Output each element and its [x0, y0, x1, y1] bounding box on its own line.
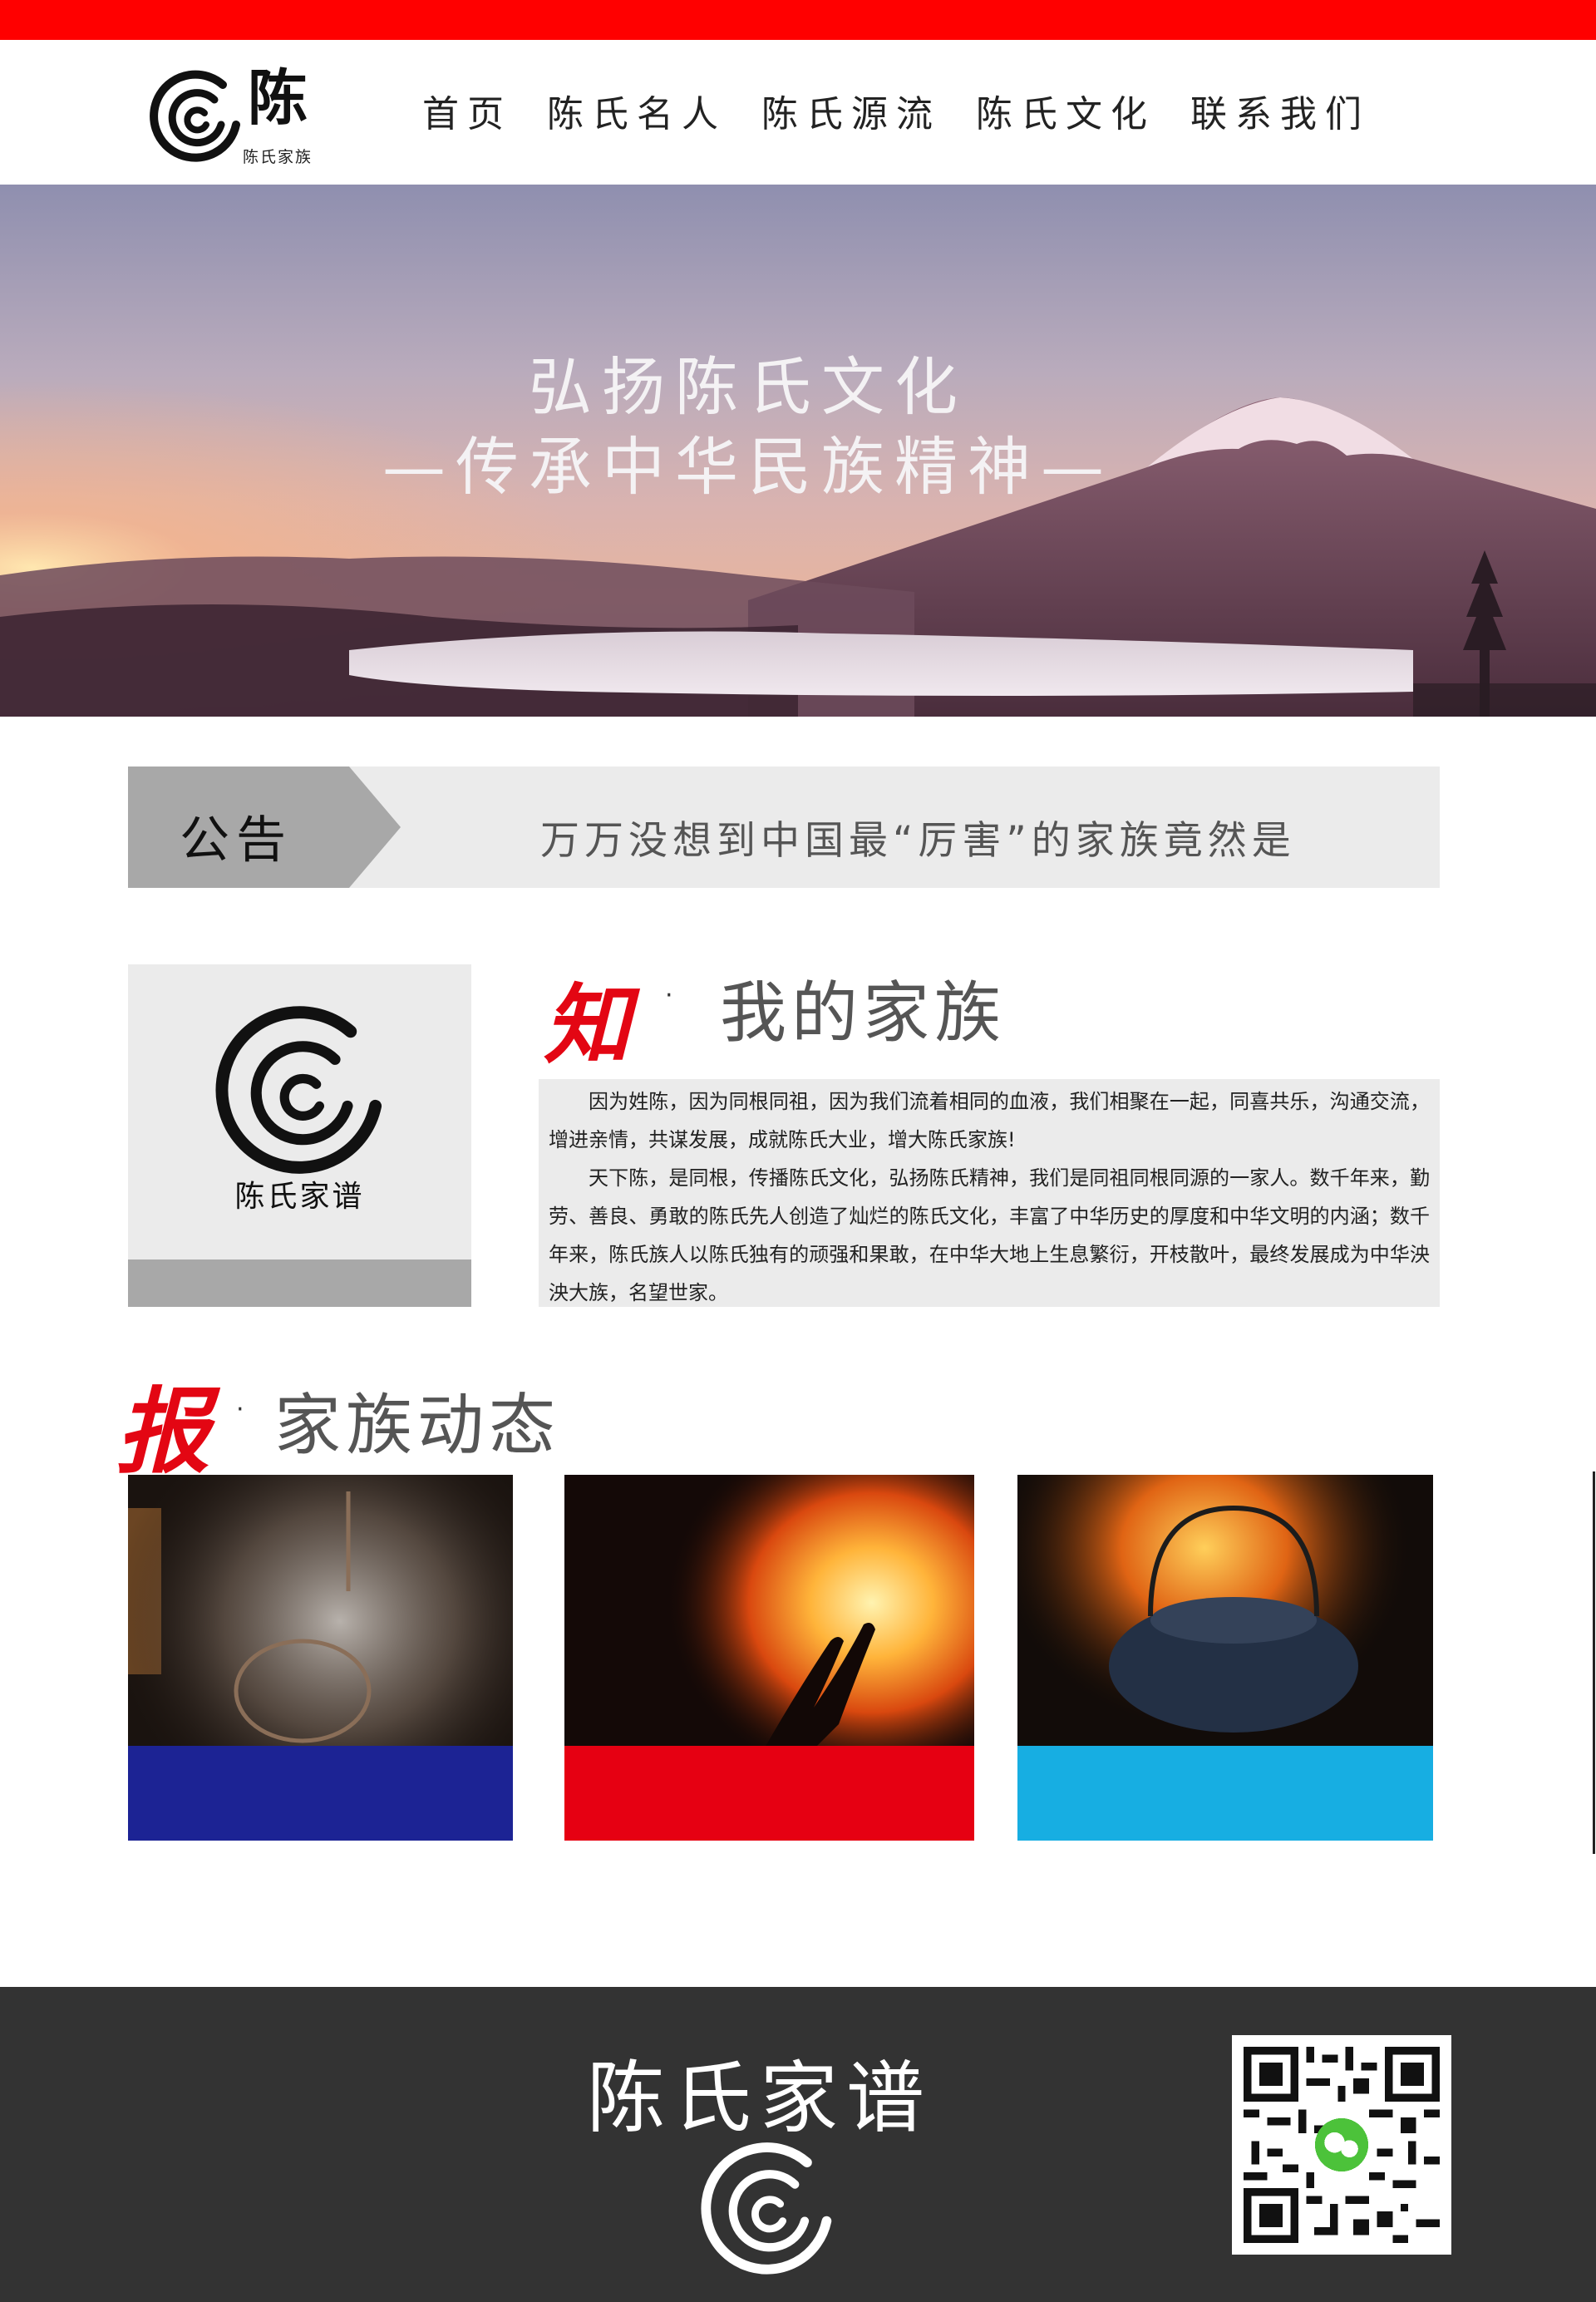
news-section-heading: 报 · 家族动态 — [116, 1347, 698, 1486]
heading-dot: · — [665, 981, 673, 1010]
announcement-text[interactable]: 万万没想到中国最“厉害”的家族竟然是 — [540, 808, 1296, 865]
nav-item-contact[interactable]: 联系我们 — [1190, 91, 1370, 138]
calligraphy-character: 报 — [116, 1378, 209, 1486]
news-section-title: 家族动态 — [274, 1387, 560, 1464]
news-card-color-strip — [564, 1746, 974, 1841]
footer-title: 陈氏家谱 — [587, 2053, 933, 2144]
news-card-color-strip — [128, 1746, 513, 1841]
nav-item-culture[interactable]: 陈氏文化 — [976, 91, 1155, 138]
nav-item-celebrities[interactable]: 陈氏名人 — [547, 91, 727, 138]
wechat-qr-code[interactable] — [1232, 2035, 1451, 2255]
page-edge-divider — [1593, 1471, 1595, 1854]
main-nav: 首页 陈氏名人 陈氏源流 陈氏文化 联系我们 — [422, 91, 1405, 138]
top-accent-bar — [0, 0, 1596, 40]
announcement-tag: 公告 — [128, 767, 401, 888]
genealogy-card-footer-bar — [128, 1259, 471, 1307]
family-section-heading: 知 · 我的家族 — [544, 948, 1375, 1076]
hero-banner: 弘扬陈氏文化 —传承中华民族精神— — [0, 185, 1596, 717]
intro-paragraph: 因为姓陈，因为同根同祖，因为我们流着相同的血液，我们相聚在一起，同喜共乐，沟通交… — [549, 1090, 1430, 1151]
heading-dot: · — [236, 1395, 244, 1424]
swirl-logo-icon — [701, 2142, 832, 2275]
news-card-steaming-pot[interactable] — [128, 1475, 513, 1841]
family-section-title: 我的家族 — [720, 974, 1006, 1052]
genealogy-card[interactable]: 陈氏家谱 — [128, 964, 471, 1307]
site-logo[interactable]: 陈 陈氏家族 — [146, 63, 329, 166]
site-header: 陈 陈氏家族 首页 陈氏名人 陈氏源流 陈氏文化 联系我们 — [0, 40, 1596, 185]
logo-subtitle: 陈氏家族 — [243, 148, 313, 166]
hero-headline: 弘扬陈氏文化 — [529, 350, 968, 424]
genealogy-card-title: 陈氏家谱 — [234, 1180, 365, 1214]
news-card-fire-hand[interactable] — [564, 1475, 974, 1841]
calligraphy-character: 知 — [544, 974, 631, 1076]
swirl-logo-icon — [150, 70, 240, 162]
nav-item-origins[interactable]: 陈氏源流 — [761, 91, 941, 138]
news-card-color-strip — [1017, 1746, 1433, 1841]
announcement-label: 公告 — [180, 811, 293, 870]
announcement-bar[interactable]: 公告 万万没想到中国最“厉害”的家族竟然是 — [128, 767, 1440, 888]
logo-character: 陈 — [248, 63, 308, 133]
swirl-logo-icon — [215, 1006, 382, 1174]
site-footer: 陈氏家谱 — [0, 1987, 1596, 2302]
family-intro-text: 因为姓陈，因为同根同祖，因为我们流着相同的血液，我们相聚在一起，同喜共乐，沟通交… — [539, 1079, 1440, 1307]
nav-item-home[interactable]: 首页 — [422, 91, 512, 138]
qr-code-icon — [1244, 2047, 1440, 2243]
intro-paragraph: 天下陈，是同根，传播陈氏文化，弘扬陈氏精神，我们是同祖同根同源的一家人。数千年来… — [549, 1166, 1430, 1304]
news-card-kettle-fire[interactable] — [1017, 1475, 1433, 1841]
hero-subheadline: —传承中华民族精神— — [382, 430, 1114, 504]
